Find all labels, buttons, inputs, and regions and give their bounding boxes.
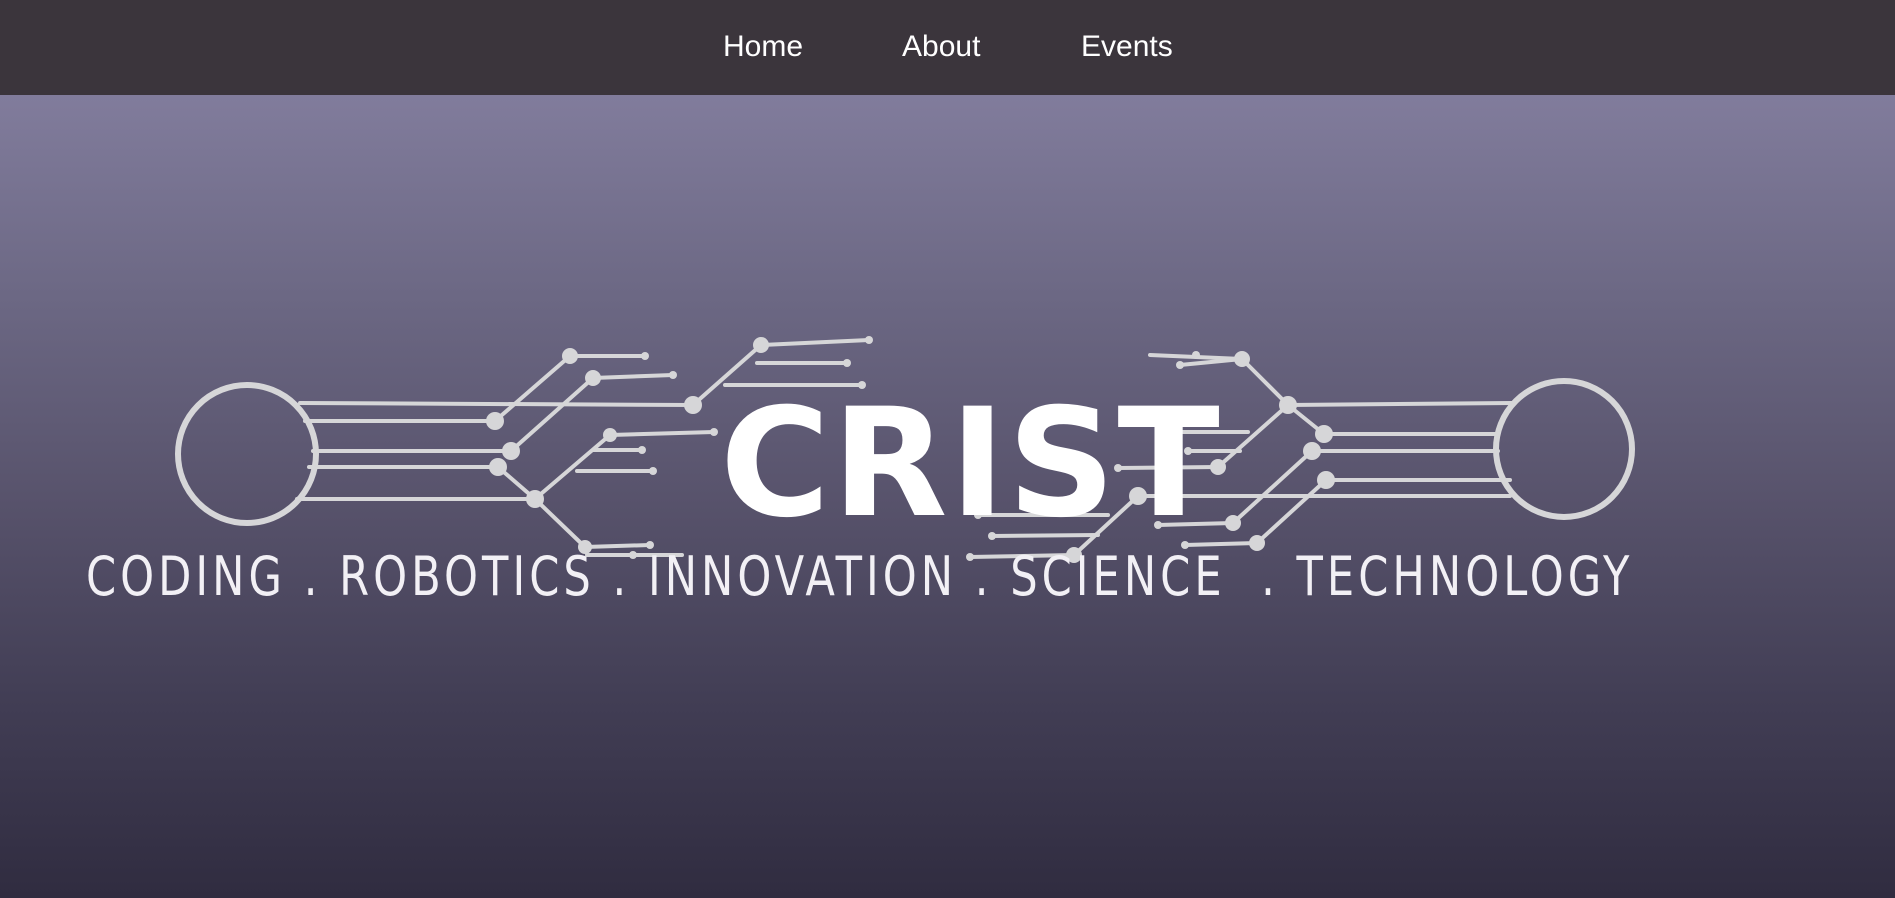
- hero-section: CRIST CODING . ROBOTICS . INNOVATION . S…: [0, 95, 1895, 898]
- top-navbar: Home About Events: [0, 0, 1895, 95]
- logo-tagline: CODING . ROBOTICS . INNOVATION . SCIENCE…: [86, 545, 1634, 608]
- nav-link-about[interactable]: About: [902, 27, 980, 67]
- logo-title: CRIST: [720, 377, 1222, 551]
- nav-link-events[interactable]: Events: [1081, 27, 1173, 67]
- nav-link-home[interactable]: Home: [723, 27, 803, 67]
